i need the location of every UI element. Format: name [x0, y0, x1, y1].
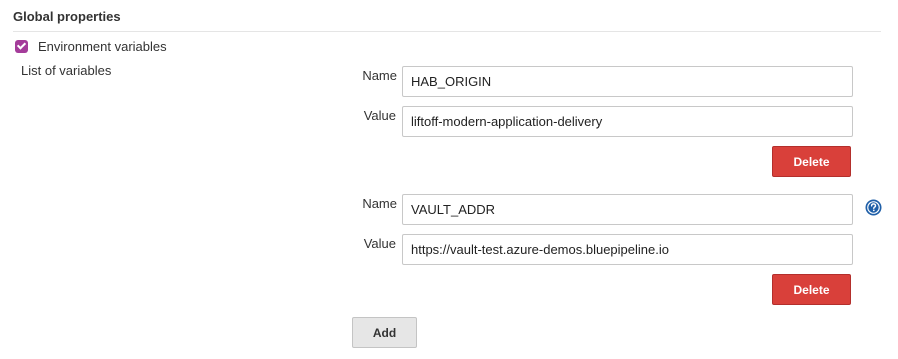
entry-1-name-label: Name	[362, 68, 397, 83]
entry-2-value-label: Value	[363, 236, 396, 251]
entry-1-delete-button[interactable]: Delete	[772, 146, 851, 177]
entry-1-value-label: Value	[363, 108, 396, 123]
environment-variables-label[interactable]: Environment variables	[38, 39, 167, 54]
environment-variables-row[interactable]: Environment variables	[15, 38, 167, 54]
entry-2-value-input[interactable]	[402, 234, 853, 265]
list-of-variables-label: List of variables	[21, 63, 112, 78]
entry-2-delete-button[interactable]: Delete	[772, 274, 851, 305]
section-header: Global properties	[13, 9, 881, 32]
environment-variables-checkbox[interactable]	[15, 39, 28, 53]
entry-2-name-label: Name	[362, 196, 397, 211]
question-circle-icon[interactable]	[865, 199, 882, 216]
entry-1-name-input[interactable]	[402, 66, 853, 97]
entry-2-name-input[interactable]	[402, 194, 853, 225]
entry-1-value-input[interactable]	[402, 106, 853, 137]
add-variable-button[interactable]: Add	[352, 317, 417, 348]
section-title: Global properties	[13, 9, 121, 24]
